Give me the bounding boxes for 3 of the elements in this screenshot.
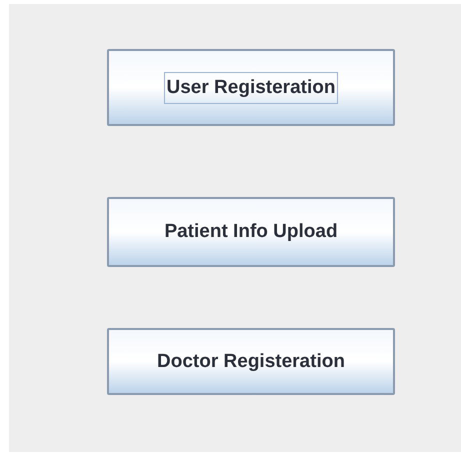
menu-button[interactable]: Patient Info Upload bbox=[107, 197, 395, 267]
menu-button[interactable]: User Registeration bbox=[107, 49, 395, 126]
menu-button[interactable]: Doctor Registeration bbox=[107, 328, 395, 395]
